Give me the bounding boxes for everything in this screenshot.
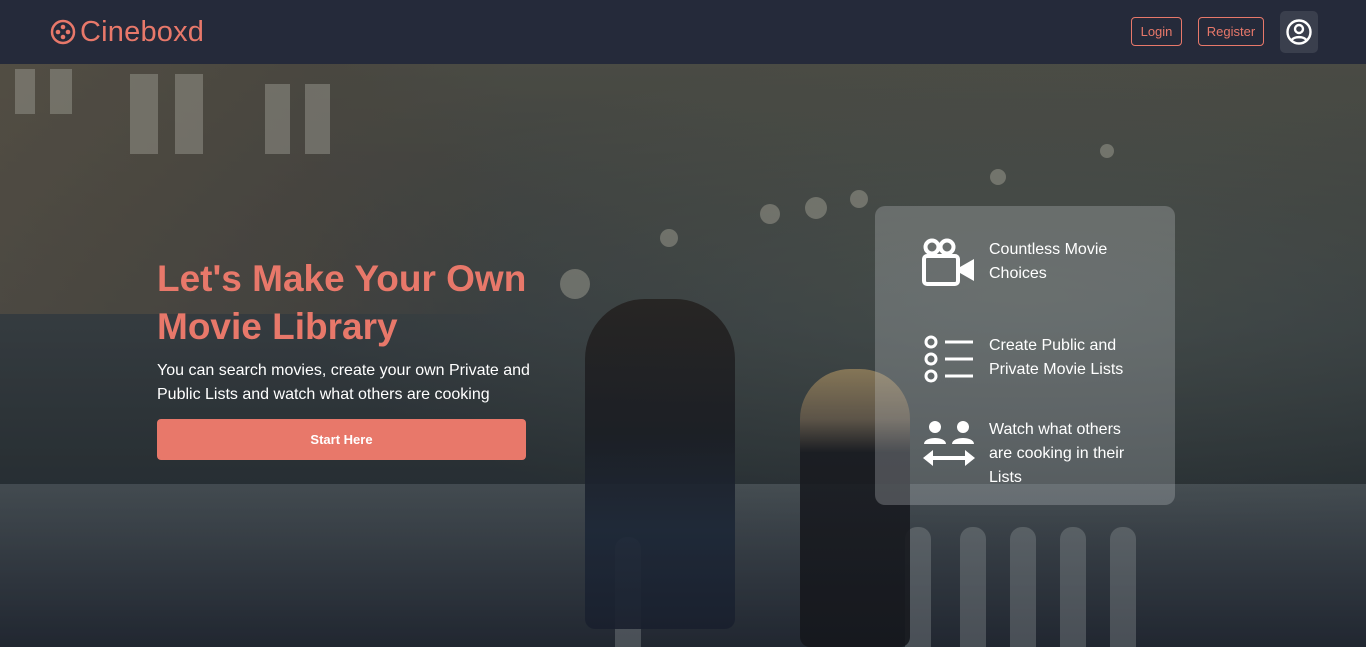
feature-text: Watch what others are cooking in their L… xyxy=(989,421,1125,486)
register-button[interactable]: Register xyxy=(1198,17,1264,46)
feature-item-movie-lists: Create Public and Private Movie Lists xyxy=(921,334,1129,384)
feature-text: Create Public and Private Movie Lists xyxy=(989,337,1124,378)
user-menu-button[interactable] xyxy=(1280,11,1318,53)
feature-item-watch-others: Watch what others are cooking in their L… xyxy=(921,418,1129,490)
navbar: Cineboxd Login Register xyxy=(0,0,1366,64)
video-camera-icon xyxy=(922,238,974,286)
brand-name: Cineboxd xyxy=(80,15,205,48)
users-exchange-icon xyxy=(923,421,975,466)
feature-item-movie-choices: Countless Movie Choices xyxy=(921,238,1129,288)
hero-section: Let's Make Your Own Movie Library You ca… xyxy=(0,64,1366,647)
features-card: Countless Movie Choices Create Public an… xyxy=(875,206,1175,505)
brand-logo[interactable]: Cineboxd xyxy=(50,14,204,50)
film-reel-icon xyxy=(50,19,76,45)
feature-text: Countless Movie Choices xyxy=(989,241,1108,282)
hero-text: Let's Make Your Own Movie Library You ca… xyxy=(157,255,557,407)
list-icon xyxy=(924,335,973,383)
hero-subtitle: You can search movies, create your own P… xyxy=(157,362,530,403)
user-circle-icon xyxy=(1286,19,1312,45)
login-button[interactable]: Login xyxy=(1131,17,1182,46)
hero-title: Let's Make Your Own Movie Library xyxy=(157,258,527,347)
start-here-button[interactable]: Start Here xyxy=(157,419,526,460)
